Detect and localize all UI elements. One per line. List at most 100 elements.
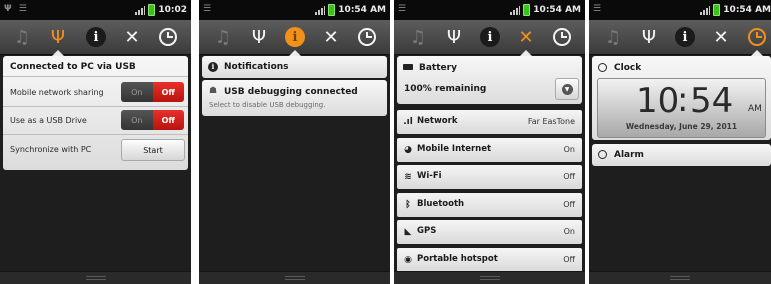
tools-icon[interactable]: ✕	[118, 23, 146, 51]
signal-icon	[700, 5, 711, 15]
clock-icon[interactable]	[743, 23, 771, 51]
setting-row[interactable]: ᛒ Bluetooth Off	[397, 192, 582, 217]
setting-row[interactable]: .ıl Network Far EasTone	[397, 110, 582, 134]
battery-label: Battery	[419, 63, 457, 73]
mobile-sharing-toggle[interactable]: On Off	[121, 82, 184, 102]
usb-icon[interactable]: Ψ	[635, 23, 663, 51]
toggle-on[interactable]: On	[121, 110, 153, 130]
status-bar: Ψ ☰ 10:02	[0, 0, 191, 20]
status-time: 10:54 AM	[723, 5, 771, 15]
start-button[interactable]: Start	[121, 139, 185, 161]
setting-row[interactable]: ◣ GPS On	[397, 220, 582, 244]
setting-name: Wi-Fi	[417, 171, 442, 181]
usb-icon[interactable]: Ψ	[245, 23, 273, 51]
battery-value: 100% remaining	[404, 84, 487, 94]
setting-value: On	[563, 227, 575, 236]
info-icon[interactable]: i	[476, 23, 504, 51]
drag-handle[interactable]	[589, 271, 771, 284]
usb-icon[interactable]: Ψ	[440, 23, 468, 51]
status-bar: ☰ 10:54 AM	[199, 0, 390, 20]
wifi-icon: ≋	[404, 172, 412, 182]
quick-toolbar: ♫ Ψ i ✕	[0, 20, 191, 55]
setting-name: Mobile Internet	[417, 143, 492, 154]
battery-icon	[713, 4, 721, 16]
usb-debugging-notification[interactable]: ☗ USB debugging connected Select to disa…	[202, 80, 387, 116]
battery-icon	[148, 4, 156, 16]
tools-icon[interactable]: ✕	[707, 23, 735, 51]
setting-value: Off	[563, 172, 575, 181]
music-icon[interactable]: ♫	[599, 23, 627, 51]
status-bar: ☰ 10:54 AM	[394, 0, 585, 20]
info-icon: i	[208, 62, 218, 72]
setting-row[interactable]: ◕ Mobile Internet On	[397, 137, 582, 162]
status-left-icons: ☰	[398, 4, 409, 14]
tools-icon[interactable]: ✕	[512, 23, 540, 51]
mobile-sharing-label: Mobile network sharing	[10, 88, 104, 97]
status-left-icons: ☰	[593, 4, 604, 14]
battery-icon	[403, 64, 413, 70]
clock-icon[interactable]	[353, 23, 381, 51]
mobile-internet-icon: ◕	[404, 144, 412, 155]
alarm-icon	[598, 150, 607, 159]
info-icon[interactable]: i	[281, 23, 309, 51]
clock-label: Clock	[614, 63, 642, 73]
alarm-label: Alarm	[614, 150, 644, 160]
clock-icon	[598, 63, 607, 72]
bluetooth-icon: ᛒ	[405, 199, 411, 210]
setting-value: Off	[563, 254, 575, 264]
clock-icon[interactable]	[154, 23, 182, 51]
info-icon[interactable]: i	[82, 23, 110, 51]
status-time: 10:54 AM	[338, 5, 386, 15]
clock-panel: ☰ 10:54 AM ♫ Ψ i ✕ Clock 10 : 54 AM Wedn…	[589, 0, 771, 284]
usb-icon[interactable]: Ψ	[44, 23, 72, 51]
quick-toolbar: ♫ Ψ i ✕	[394, 20, 585, 55]
clock-minute: 54	[690, 81, 734, 121]
status-time: 10:54 AM	[533, 5, 581, 15]
info-icon[interactable]: i	[671, 23, 699, 51]
battery-expand-button[interactable]: ▼	[555, 78, 579, 100]
drag-handle[interactable]	[394, 271, 585, 284]
status-time: 10:02	[158, 5, 187, 15]
clock-date: Wednesday, June 29, 2011	[625, 122, 738, 131]
battery-card: Battery 100% remaining ▼	[397, 56, 582, 104]
setting-value: Off	[563, 199, 575, 209]
toggle-off[interactable]: Off	[152, 82, 184, 102]
usb-title: Connected to PC via USB	[10, 62, 136, 72]
signal-icon	[135, 5, 146, 15]
clock-card: Clock 10 : 54 AM Wednesday, June 29, 201…	[592, 56, 771, 140]
chevron-down-icon: ▼	[561, 83, 573, 95]
status-bar: ☰ 10:54 AM	[589, 0, 771, 20]
drag-handle[interactable]	[0, 271, 191, 284]
battery-icon	[328, 4, 336, 16]
clock-hour: 10	[636, 81, 680, 121]
clock-widget[interactable]: 10 : 54 AM Wednesday, June 29, 2011	[597, 78, 766, 138]
setting-row[interactable]: ◉ Portable hotspot Off	[397, 247, 582, 272]
music-icon[interactable]: ♫	[404, 23, 432, 51]
music-icon[interactable]: ♫	[8, 23, 36, 51]
setting-name: Portable hotspot	[417, 253, 498, 264]
setting-row[interactable]: ≋ Wi-Fi Off	[397, 165, 582, 189]
drag-handle[interactable]	[199, 271, 390, 284]
usb-card: Connected to PC via USB Mobile network s…	[3, 56, 188, 170]
setting-value: Far EasTone	[527, 117, 575, 126]
signal-icon: .ıl	[403, 117, 413, 127]
alarm-card[interactable]: Alarm	[592, 144, 771, 166]
settings-panel: ☰ 10:54 AM ♫ Ψ i ✕ Battery 100% remainin…	[394, 0, 585, 284]
notifications-title: Notifications	[224, 62, 289, 72]
sync-label: Synchronize with PC	[10, 145, 92, 154]
music-icon[interactable]: ♫	[209, 23, 237, 51]
toggle-off[interactable]: Off	[152, 110, 184, 130]
gps-icon: ◣	[404, 227, 412, 237]
tools-icon[interactable]: ✕	[317, 23, 345, 51]
setting-name: Network	[417, 116, 458, 126]
toggle-on[interactable]: On	[121, 82, 153, 102]
usb-drive-toggle[interactable]: On Off	[121, 110, 184, 130]
android-icon: ☗	[209, 86, 218, 96]
setting-value: On	[563, 144, 575, 154]
clock-icon[interactable]	[548, 23, 576, 51]
quick-toolbar: ♫ Ψ i ✕	[589, 20, 771, 55]
notifications-header: i Notifications	[202, 56, 387, 78]
clock-ampm: AM	[748, 104, 762, 114]
usb-drive-label: Use as a USB Drive	[10, 116, 87, 125]
status-left-icons: Ψ ☰	[4, 4, 29, 14]
